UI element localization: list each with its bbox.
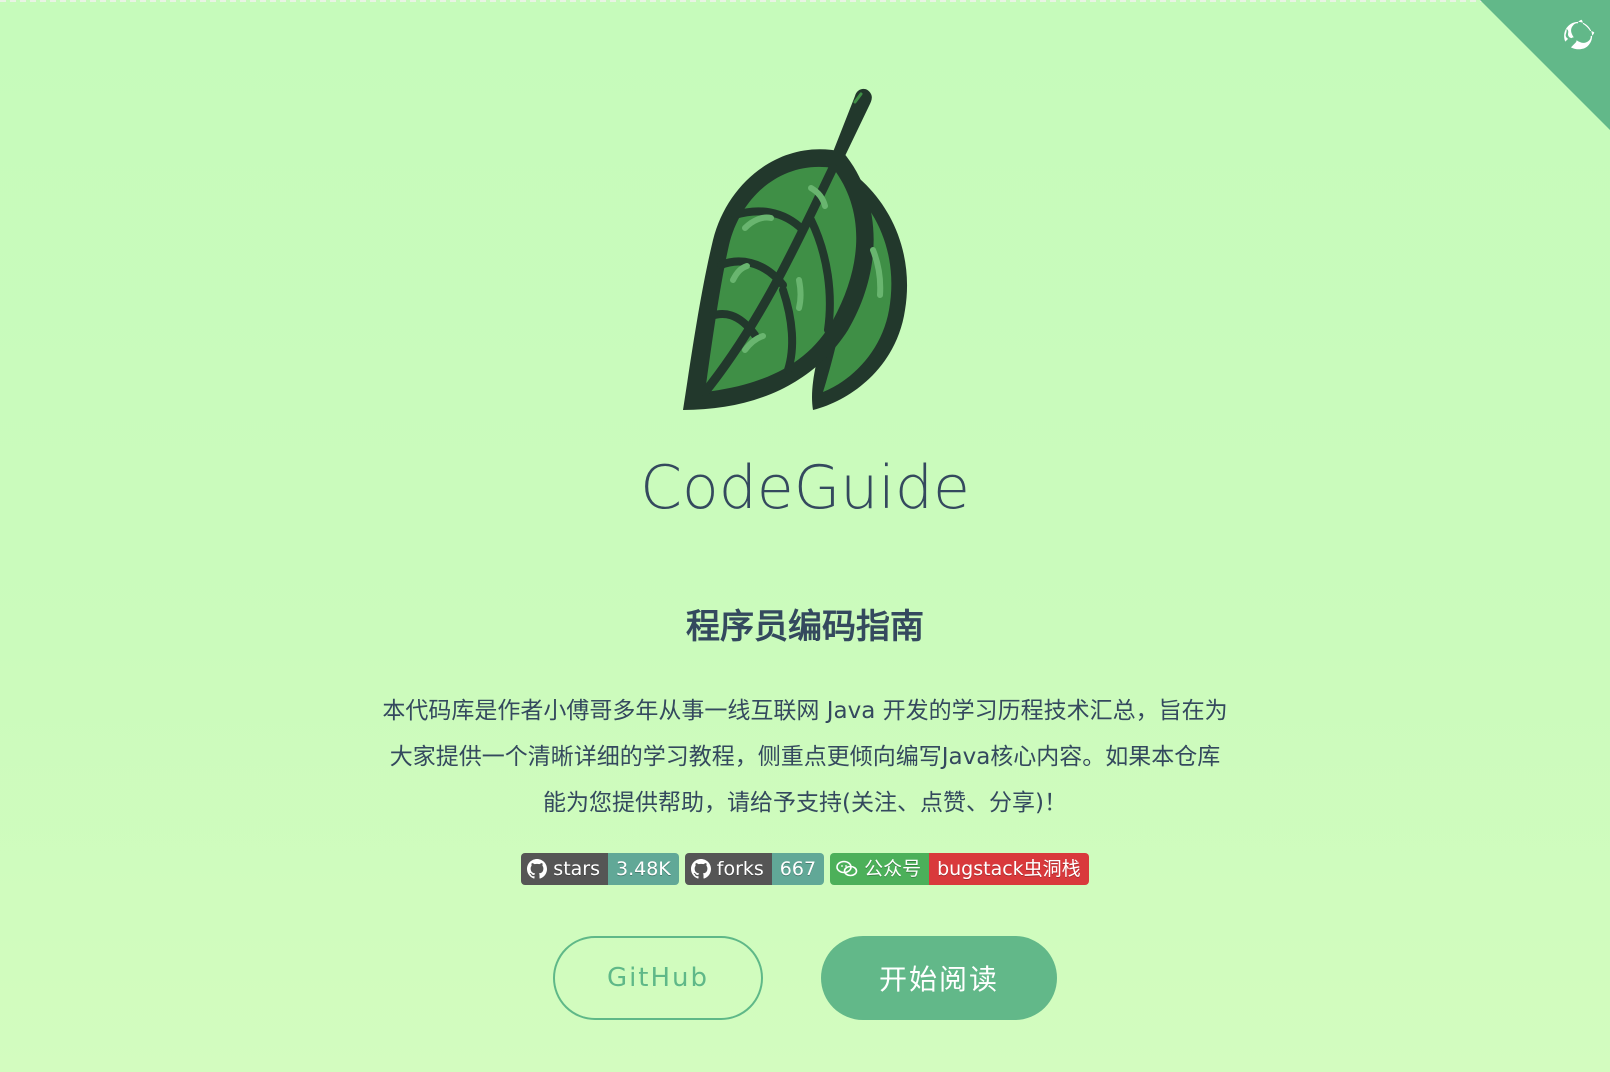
github-icon xyxy=(527,859,548,879)
cta-buttons: GitHub 开始阅读 xyxy=(0,936,1610,1020)
wechat-account: bugstack虫洞栈 xyxy=(929,853,1089,885)
github-corner-icon xyxy=(1480,0,1610,130)
stars-badge[interactable]: stars 3.48K xyxy=(521,853,679,885)
github-icon xyxy=(690,859,711,879)
github-button[interactable]: GitHub xyxy=(553,936,763,1020)
wechat-badge[interactable]: 公众号 bugstack虫洞栈 xyxy=(830,853,1089,885)
site-subtitle: 程序员编码指南 xyxy=(686,607,924,647)
badge-row: stars 3.48K forks 667 公众号 bugstack虫洞栈 xyxy=(0,853,1610,885)
github-corner-link[interactable] xyxy=(1480,0,1610,130)
stars-count: 3.48K xyxy=(608,853,679,885)
forks-label: forks xyxy=(716,858,764,880)
leaf-logo-icon xyxy=(683,88,908,410)
site-title: CodeGuide xyxy=(640,453,970,523)
wechat-label: 公众号 xyxy=(864,858,922,880)
start-reading-button[interactable]: 开始阅读 xyxy=(821,936,1057,1020)
wechat-icon xyxy=(836,860,858,877)
forks-count: 667 xyxy=(771,853,825,885)
top-border xyxy=(0,0,1610,2)
site-description: 本代码库是作者小傅哥多年从事一线互联网 Java 开发的学习历程技术汇总，旨在为… xyxy=(382,698,1228,816)
stars-label: stars xyxy=(553,858,600,880)
forks-badge[interactable]: forks 667 xyxy=(684,853,825,885)
